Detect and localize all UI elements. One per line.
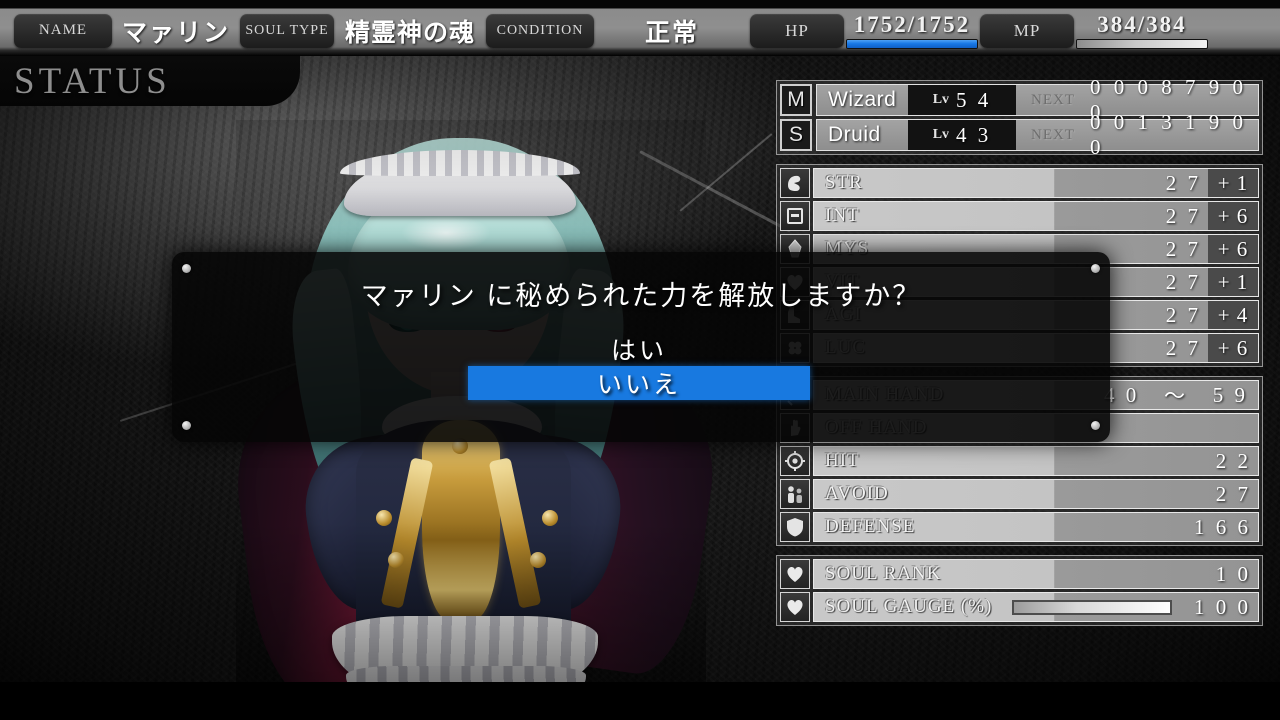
status-banner: STATUS: [0, 56, 300, 106]
class-level: Lv 4 3: [908, 120, 1016, 150]
soul-gauge-value: 1 0 0: [1194, 594, 1251, 619]
heart-icon: [780, 559, 810, 589]
dialog-no-button[interactable]: いいえ: [468, 366, 810, 400]
attribute-bonus: + 6: [1208, 202, 1258, 230]
soul-gauge-row[interactable]: SOUL GAUGE (%) 1 0 0: [780, 592, 1259, 622]
attribute-bonus: + 6: [1208, 235, 1258, 263]
hp-gauge-fill: [847, 39, 977, 48]
attribute-row[interactable]: STR 2 7 + 1: [780, 168, 1259, 198]
class-badge: S: [780, 119, 812, 151]
rivet-icon: [182, 264, 191, 273]
soul-rank-bar: SOUL RANK 1 0: [813, 559, 1259, 589]
mp-gauge: 384/384: [1074, 11, 1210, 49]
attribute-value: 2 7: [1165, 269, 1201, 294]
level-value: 5 4: [956, 87, 992, 112]
soul-gauge-label: SOUL GAUGE (%): [825, 596, 993, 617]
page-title: STATUS: [14, 60, 171, 102]
combat-bar: DEFENSE 1 6 6: [813, 512, 1259, 542]
soul-gauge-meter: [1004, 593, 1180, 621]
attribute-value: 2 7: [1165, 302, 1201, 327]
soul-type-label: SOUL TYPE: [240, 13, 334, 48]
class-block: M Wizard Lv 5 4 NEXT 0 0 0 8 7 9 0 0 S Druid Lv 4…: [776, 75, 1263, 159]
combat-value: 2 7: [1215, 481, 1251, 506]
class-row[interactable]: S Druid Lv 4 3 NEXT 0 0 1 3 1 9 0 0: [780, 110, 1259, 159]
attribute-value: 2 7: [1165, 335, 1201, 360]
hp-value: 1752/1752: [853, 11, 971, 37]
next-exp-value: 0 0 1 3 1 9 0 0: [1090, 110, 1247, 159]
class-badge: M: [780, 84, 812, 116]
attribute-label: INT: [825, 205, 860, 226]
combat-row[interactable]: HIT 2 2: [780, 446, 1259, 476]
attribute-bar: INT 2 7 + 6: [813, 201, 1259, 231]
confirm-dialog[interactable]: マァリン に秘められた力を解放しますか？ はい いいえ: [172, 252, 1110, 442]
mp-value: 384/384: [1097, 11, 1187, 37]
name-label: NAME: [14, 13, 112, 48]
soul-gauge-track: [1012, 599, 1172, 615]
combat-row[interactable]: DEFENSE 1 6 6: [780, 512, 1259, 542]
status-screen: NAME マァリン SOUL TYPE 精霊神の魂 CONDITION 正常 H…: [0, 0, 1280, 720]
book-icon: [780, 201, 810, 231]
level-label: Lv: [932, 92, 950, 107]
class-body: Druid Lv 4 3 NEXT 0 0 1 3 1 9 0 0: [816, 110, 1259, 159]
damage-range: 4 0 ～ 5 9: [1086, 381, 1258, 409]
rivet-icon: [1091, 421, 1100, 430]
level-label: Lv: [932, 127, 950, 142]
damage-max: 5 9: [1212, 382, 1248, 407]
soul-rank-label: SOUL RANK: [825, 563, 942, 584]
attribute-bonus: + 1: [1208, 268, 1258, 296]
soul-type-value: 精霊神の魂: [344, 18, 475, 47]
combat-row[interactable]: AVOID 2 7: [780, 479, 1259, 509]
condition-label: CONDITION: [486, 13, 594, 48]
hp-gauge-track: [846, 38, 978, 49]
hp-gauge: 1752/1752: [844, 11, 980, 49]
class-level: Lv 5 4: [908, 85, 1016, 115]
combat-value: 1 6 6: [1194, 514, 1251, 539]
soul-rank-row[interactable]: SOUL RANK 1 0: [780, 559, 1259, 589]
attribute-value: 2 7: [1165, 236, 1201, 261]
next-exp-label: NEXT: [1031, 91, 1075, 108]
rivet-icon: [1091, 264, 1100, 273]
mp-gauge-fill: [1077, 39, 1207, 48]
combat-value: [1138, 414, 1258, 442]
dialog-question: マァリン に秘められた力を解放しますか？: [360, 281, 922, 311]
rivet-icon: [182, 421, 191, 430]
combat-value: 2 2: [1215, 448, 1251, 473]
condition-value: 正常: [644, 18, 699, 47]
mp-label: MP: [980, 13, 1074, 48]
combat-bar: AVOID 2 7: [813, 479, 1259, 509]
arm-icon: [780, 168, 810, 198]
soul-gauge-fill: [1014, 601, 1170, 613]
target-icon: [780, 446, 810, 476]
attribute-bonus: + 1: [1208, 169, 1258, 197]
dialog-yes-button[interactable]: はい: [468, 332, 810, 366]
soul-block: SOUL RANK 1 0 SOUL GAUGE (%) 1 0 0: [776, 555, 1263, 626]
class-name: Druid: [828, 123, 881, 146]
attribute-row[interactable]: INT 2 7 + 6: [780, 201, 1259, 231]
soul-gauge-bar: SOUL GAUGE (%) 1 0 0: [813, 592, 1259, 622]
mp-gauge-track: [1076, 38, 1208, 49]
attribute-label: STR: [825, 172, 863, 193]
top-status-bar: NAME マァリン SOUL TYPE 精霊神の魂 CONDITION 正常 H…: [0, 0, 1280, 56]
damage-separator: ～: [1164, 384, 1188, 408]
attribute-value: 2 7: [1165, 203, 1201, 228]
combat-bar: HIT 2 2: [813, 446, 1259, 476]
hp-label: HP: [750, 13, 844, 48]
shield-icon: [780, 512, 810, 542]
attribute-bonus: + 4: [1208, 301, 1258, 329]
combat-label: AVOID: [825, 483, 889, 504]
character-name: マァリン: [121, 18, 230, 47]
next-exp-label: NEXT: [1031, 126, 1075, 143]
dodge-icon: [780, 479, 810, 509]
combat-label: HIT: [825, 450, 860, 471]
attribute-bar: STR 2 7 + 1: [813, 168, 1259, 198]
attribute-value: 2 7: [1165, 170, 1201, 195]
heart-icon: [780, 592, 810, 622]
class-name: Wizard: [828, 88, 897, 111]
letterbox-bottom: [0, 682, 1280, 720]
level-value: 4 3: [956, 122, 992, 147]
soul-rank-value: 1 0: [1215, 561, 1251, 586]
attribute-bonus: + 6: [1208, 334, 1258, 362]
combat-label: DEFENSE: [825, 516, 916, 537]
